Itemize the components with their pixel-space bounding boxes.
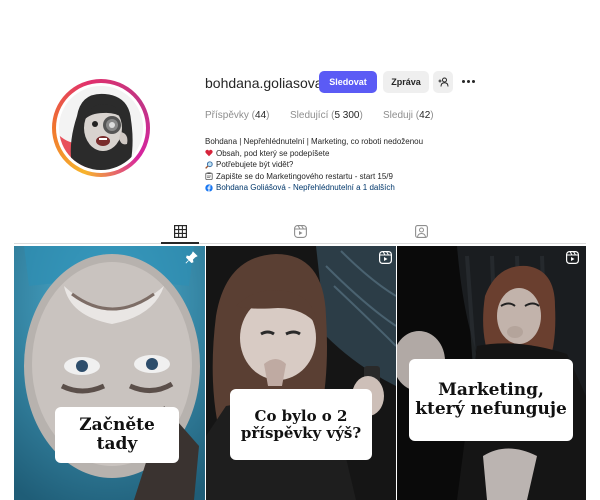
avatar-frame: [56, 83, 146, 173]
reel-icon: [566, 251, 579, 264]
bio-headline: Bohdana | Nepřehlédnutelní | Marketing, …: [205, 137, 424, 146]
bio-line-1-text: Obsah, pod který se podepíšete: [216, 148, 330, 158]
post-tile[interactable]: Marketing, který nefunguje: [397, 246, 586, 500]
post-tile[interactable]: Začněte tady: [14, 246, 205, 500]
bio-external-link[interactable]: Bohdana Goliášová - Nepřehlédnutelní a 1…: [205, 182, 505, 194]
post-2-photo: [206, 246, 396, 500]
tagged-icon: [414, 224, 428, 238]
pin-icon: [185, 251, 198, 264]
reel-icon: [379, 251, 392, 264]
stat-following-count: 42: [419, 110, 431, 121]
stat-posts-label: Příspěvky: [205, 110, 249, 121]
avatar-photo-illustration: [59, 86, 143, 170]
magnifier-icon: [205, 161, 213, 169]
tab-active-indicator: [161, 242, 199, 244]
tab-posts[interactable]: [172, 223, 188, 239]
bio-line-2-text: Potřebujete být vidět?: [216, 160, 294, 169]
reels-icon: [293, 224, 307, 238]
stat-posts-count: 44: [255, 110, 267, 121]
post-tile[interactable]: Co bylo o 2 příspěvky výš?: [206, 246, 396, 500]
avatar: [59, 86, 143, 170]
bio-link-text: Bohdana Goliášová - Nepřehlédnutelní a 1…: [216, 183, 395, 192]
tab-tagged[interactable]: [413, 223, 429, 239]
stat-following-label: Sleduji: [383, 110, 414, 121]
more-options-button[interactable]: [459, 73, 477, 89]
follow-button[interactable]: Sledovat: [319, 71, 377, 93]
stat-following[interactable]: Sleduji (42): [383, 110, 434, 121]
stat-followers-count: 5 300: [334, 110, 360, 121]
grid-icon: [173, 224, 187, 238]
stat-posts: Příspěvky (44): [205, 110, 270, 121]
facebook-icon: [205, 184, 213, 192]
bio-line-3: Zapište se do Marketingového restartu - …: [205, 171, 505, 183]
profile-avatar-ring[interactable]: [52, 79, 150, 177]
more-options-icon: [461, 79, 475, 83]
bio-line-2: Potřebujete být vidět?: [205, 159, 505, 171]
heart-icon: [205, 150, 213, 157]
suggest-people-button[interactable]: [433, 71, 453, 93]
bio-line-3-text: Zapište se do Marketingového restartu - …: [216, 171, 393, 181]
tab-reels[interactable]: [292, 223, 308, 239]
profile-bio: Bohdana | Nepřehlédnutelní | Marketing, …: [205, 136, 505, 194]
bio-line-1: Obsah, pod který se podepíšete: [205, 148, 505, 160]
tabs-divider: [14, 243, 586, 244]
stat-followers[interactable]: Sledující (5 300): [290, 110, 363, 121]
stat-followers-label: Sledující: [290, 110, 329, 121]
post-caption: Co bylo o 2 příspěvky výš?: [230, 389, 372, 460]
profile-username: bohdana.goliasova: [205, 75, 323, 91]
post-caption: Marketing, který nefunguje: [409, 359, 573, 441]
message-button[interactable]: Zpráva: [383, 71, 429, 93]
clipboard-icon: [205, 172, 213, 181]
add-person-icon: [438, 77, 448, 87]
post-caption: Začněte tady: [55, 407, 179, 463]
